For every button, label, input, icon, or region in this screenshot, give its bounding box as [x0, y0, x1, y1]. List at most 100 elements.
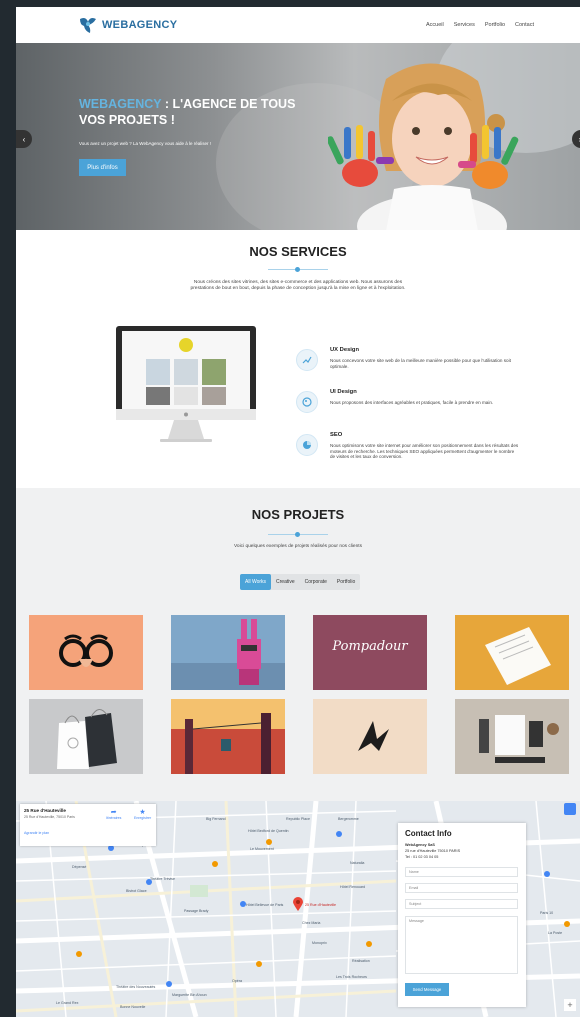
- message-field[interactable]: Message: [405, 916, 518, 974]
- slider-prev-button[interactable]: ‹: [16, 130, 32, 148]
- map-label: Hôtel Bedford de Quentin: [248, 829, 289, 833]
- services-intro: Nous créons des sites vitrines, des site…: [16, 280, 580, 292]
- project-thumb-landscape[interactable]: [171, 699, 285, 774]
- map-label: Hôtel Renouard: [340, 885, 366, 889]
- service-ux-desc: Nous concevons votre site web de la meil…: [330, 358, 511, 369]
- filter-all-works[interactable]: All Works: [240, 574, 272, 590]
- map-label: Le Grand Rex: [56, 1001, 79, 1005]
- bags-image: [57, 709, 117, 769]
- imac-mockup-image: [116, 326, 256, 442]
- map-label: Bistrot Glace: [126, 889, 147, 893]
- map-poi-icon[interactable]: [336, 831, 342, 837]
- directions-label: Itinéraires: [106, 816, 122, 820]
- hero-title-line2: VOS PROJETS !: [79, 113, 175, 127]
- nav-portfolio[interactable]: Portfolio: [485, 22, 505, 28]
- nav-services[interactable]: Services: [454, 22, 475, 28]
- directions-button[interactable]: ➦ Itinéraires: [106, 808, 121, 820]
- hero-title-line1: : L'AGENCE DE TOUS: [161, 97, 296, 111]
- subject-field[interactable]: Subject: [405, 899, 518, 909]
- contact-address: 25 rue d'Hauteville 75010 PARIS: [405, 849, 461, 853]
- map-pin-label: 25 Rue d'Hauteville: [305, 903, 337, 907]
- webpage: WEBAGENCY Accueil Services Portfolio Con…: [16, 7, 580, 1017]
- hero-subtitle: Vous avez un projet web ? La WebAgency v…: [79, 141, 211, 146]
- zoom-in-button[interactable]: +: [564, 999, 576, 1011]
- window-frame-left: [0, 0, 16, 1017]
- google-map[interactable]: 25 Rue d'Hauteville Le Fous de la Rampe …: [16, 801, 580, 1017]
- contact-card: Contact Info WebAgency SaS 25 rue d'Haut…: [398, 823, 526, 1007]
- hero-title: WEBAGENCY : L'AGENCE DE TOUS VOS PROJETS…: [79, 96, 295, 128]
- map-poi-icon[interactable]: [256, 961, 262, 967]
- project-thumb-star[interactable]: [313, 699, 427, 774]
- brand-logo[interactable]: WEBAGENCY: [78, 16, 177, 34]
- services-intro-line2: prestations de bout en bout, depuis la p…: [190, 286, 406, 291]
- save-place-button[interactable]: ★ Enregistrer: [134, 808, 151, 820]
- project-thumb-bags[interactable]: [29, 699, 143, 774]
- star-icon: ★: [139, 809, 146, 816]
- map-poi-icon[interactable]: [76, 951, 82, 957]
- directions-icon: ➦: [110, 809, 117, 816]
- hero-slider: WEBAGENCY : L'AGENCE DE TOUS VOS PROJETS…: [16, 43, 580, 230]
- map-label: Les Trois Rocheurs: [336, 975, 367, 979]
- map-label: Passage Brady: [184, 909, 209, 913]
- location-pin-icon[interactable]: [293, 897, 303, 911]
- map-label: Paris 10: [540, 911, 554, 915]
- map-label: Bergeromme: [338, 817, 359, 821]
- more-info-button[interactable]: Plus d'infos: [79, 159, 126, 176]
- map-poi-icon[interactable]: [212, 861, 218, 867]
- divider-dot: [295, 267, 300, 272]
- papers-image: [485, 627, 551, 685]
- map-label: Réalisation: [352, 959, 370, 963]
- nav-contact[interactable]: Contact: [515, 22, 534, 28]
- filter-portfolio[interactable]: Portfolio: [332, 574, 360, 590]
- map-poi-icon[interactable]: [366, 941, 372, 947]
- service-ui-title: UI Design: [330, 389, 357, 395]
- map-label: Théâtre des Nouveautés: [116, 985, 156, 989]
- services-divider: [268, 267, 328, 272]
- map-label: Hôtel Bellevue de Paris: [246, 903, 284, 907]
- project-thumb-rabbit[interactable]: [171, 615, 285, 690]
- project-thumb-glasses[interactable]: [29, 615, 143, 690]
- map-address-full: 25 Rue d'Hauteville, 75010 Paris: [24, 815, 75, 819]
- map-poi-icon[interactable]: [544, 871, 550, 877]
- name-field[interactable]: Name: [405, 867, 518, 877]
- map-label: La Poste: [548, 931, 563, 935]
- stationery-image: [479, 715, 559, 763]
- map-label: Monoprix: [312, 941, 327, 945]
- map-poi-icon[interactable]: [564, 921, 570, 927]
- pie-icon: [296, 434, 318, 456]
- contact-phone: Tel : 01 02 03 04 05: [405, 855, 439, 859]
- portfolio-filters: All Works Creative Corporate Portfolio: [240, 574, 361, 590]
- hero-title-accent: WEBAGENCY: [79, 97, 162, 111]
- send-message-button[interactable]: Send Message: [405, 983, 449, 996]
- projects-divider: [268, 532, 328, 537]
- brand-name: WEBAGENCY: [102, 19, 178, 31]
- palette-icon: [296, 391, 318, 413]
- star-logo-image: [358, 721, 389, 751]
- map-info-card: 25 Rue d'Hauteville 25 Rue d'Hauteville,…: [20, 804, 156, 846]
- map-label: Marguerite Bin Ahoun: [172, 993, 207, 997]
- map-label: Opéra: [232, 979, 242, 983]
- map-label: Théâtre Trévise: [150, 877, 175, 881]
- project-thumb-papers[interactable]: [455, 615, 569, 690]
- larger-map-link[interactable]: Agrandir le plan: [24, 831, 49, 835]
- filter-corporate[interactable]: Corporate: [300, 574, 332, 590]
- nav-accueil[interactable]: Accueil: [426, 22, 444, 28]
- service-ui-desc: Nous proposons des interfaces agréables …: [330, 400, 494, 405]
- map-poi-icon[interactable]: [166, 981, 172, 987]
- contact-company: WebAgency SaS: [405, 843, 435, 847]
- map-label: Dépensé: [72, 865, 87, 869]
- project-thumb-stationery[interactable]: [455, 699, 569, 774]
- chart-icon: [296, 349, 318, 371]
- logo-icon: [80, 18, 96, 33]
- slider-next-button[interactable]: ›: [572, 130, 580, 148]
- map-poi-icon[interactable]: [266, 839, 272, 845]
- project-thumb-pompadour[interactable]: Pompadour: [313, 615, 427, 690]
- main-nav: Accueil Services Portfolio Contact: [426, 22, 534, 28]
- pegman-icon[interactable]: [564, 803, 576, 815]
- pompadour-logo: Pompadour: [332, 639, 408, 654]
- email-field[interactable]: Email: [405, 883, 518, 893]
- map-label: Chez Maria: [302, 921, 321, 925]
- services-title: NOS SERVICES: [249, 244, 347, 259]
- filter-creative[interactable]: Creative: [271, 574, 300, 590]
- contact-title: Contact Info: [405, 829, 452, 838]
